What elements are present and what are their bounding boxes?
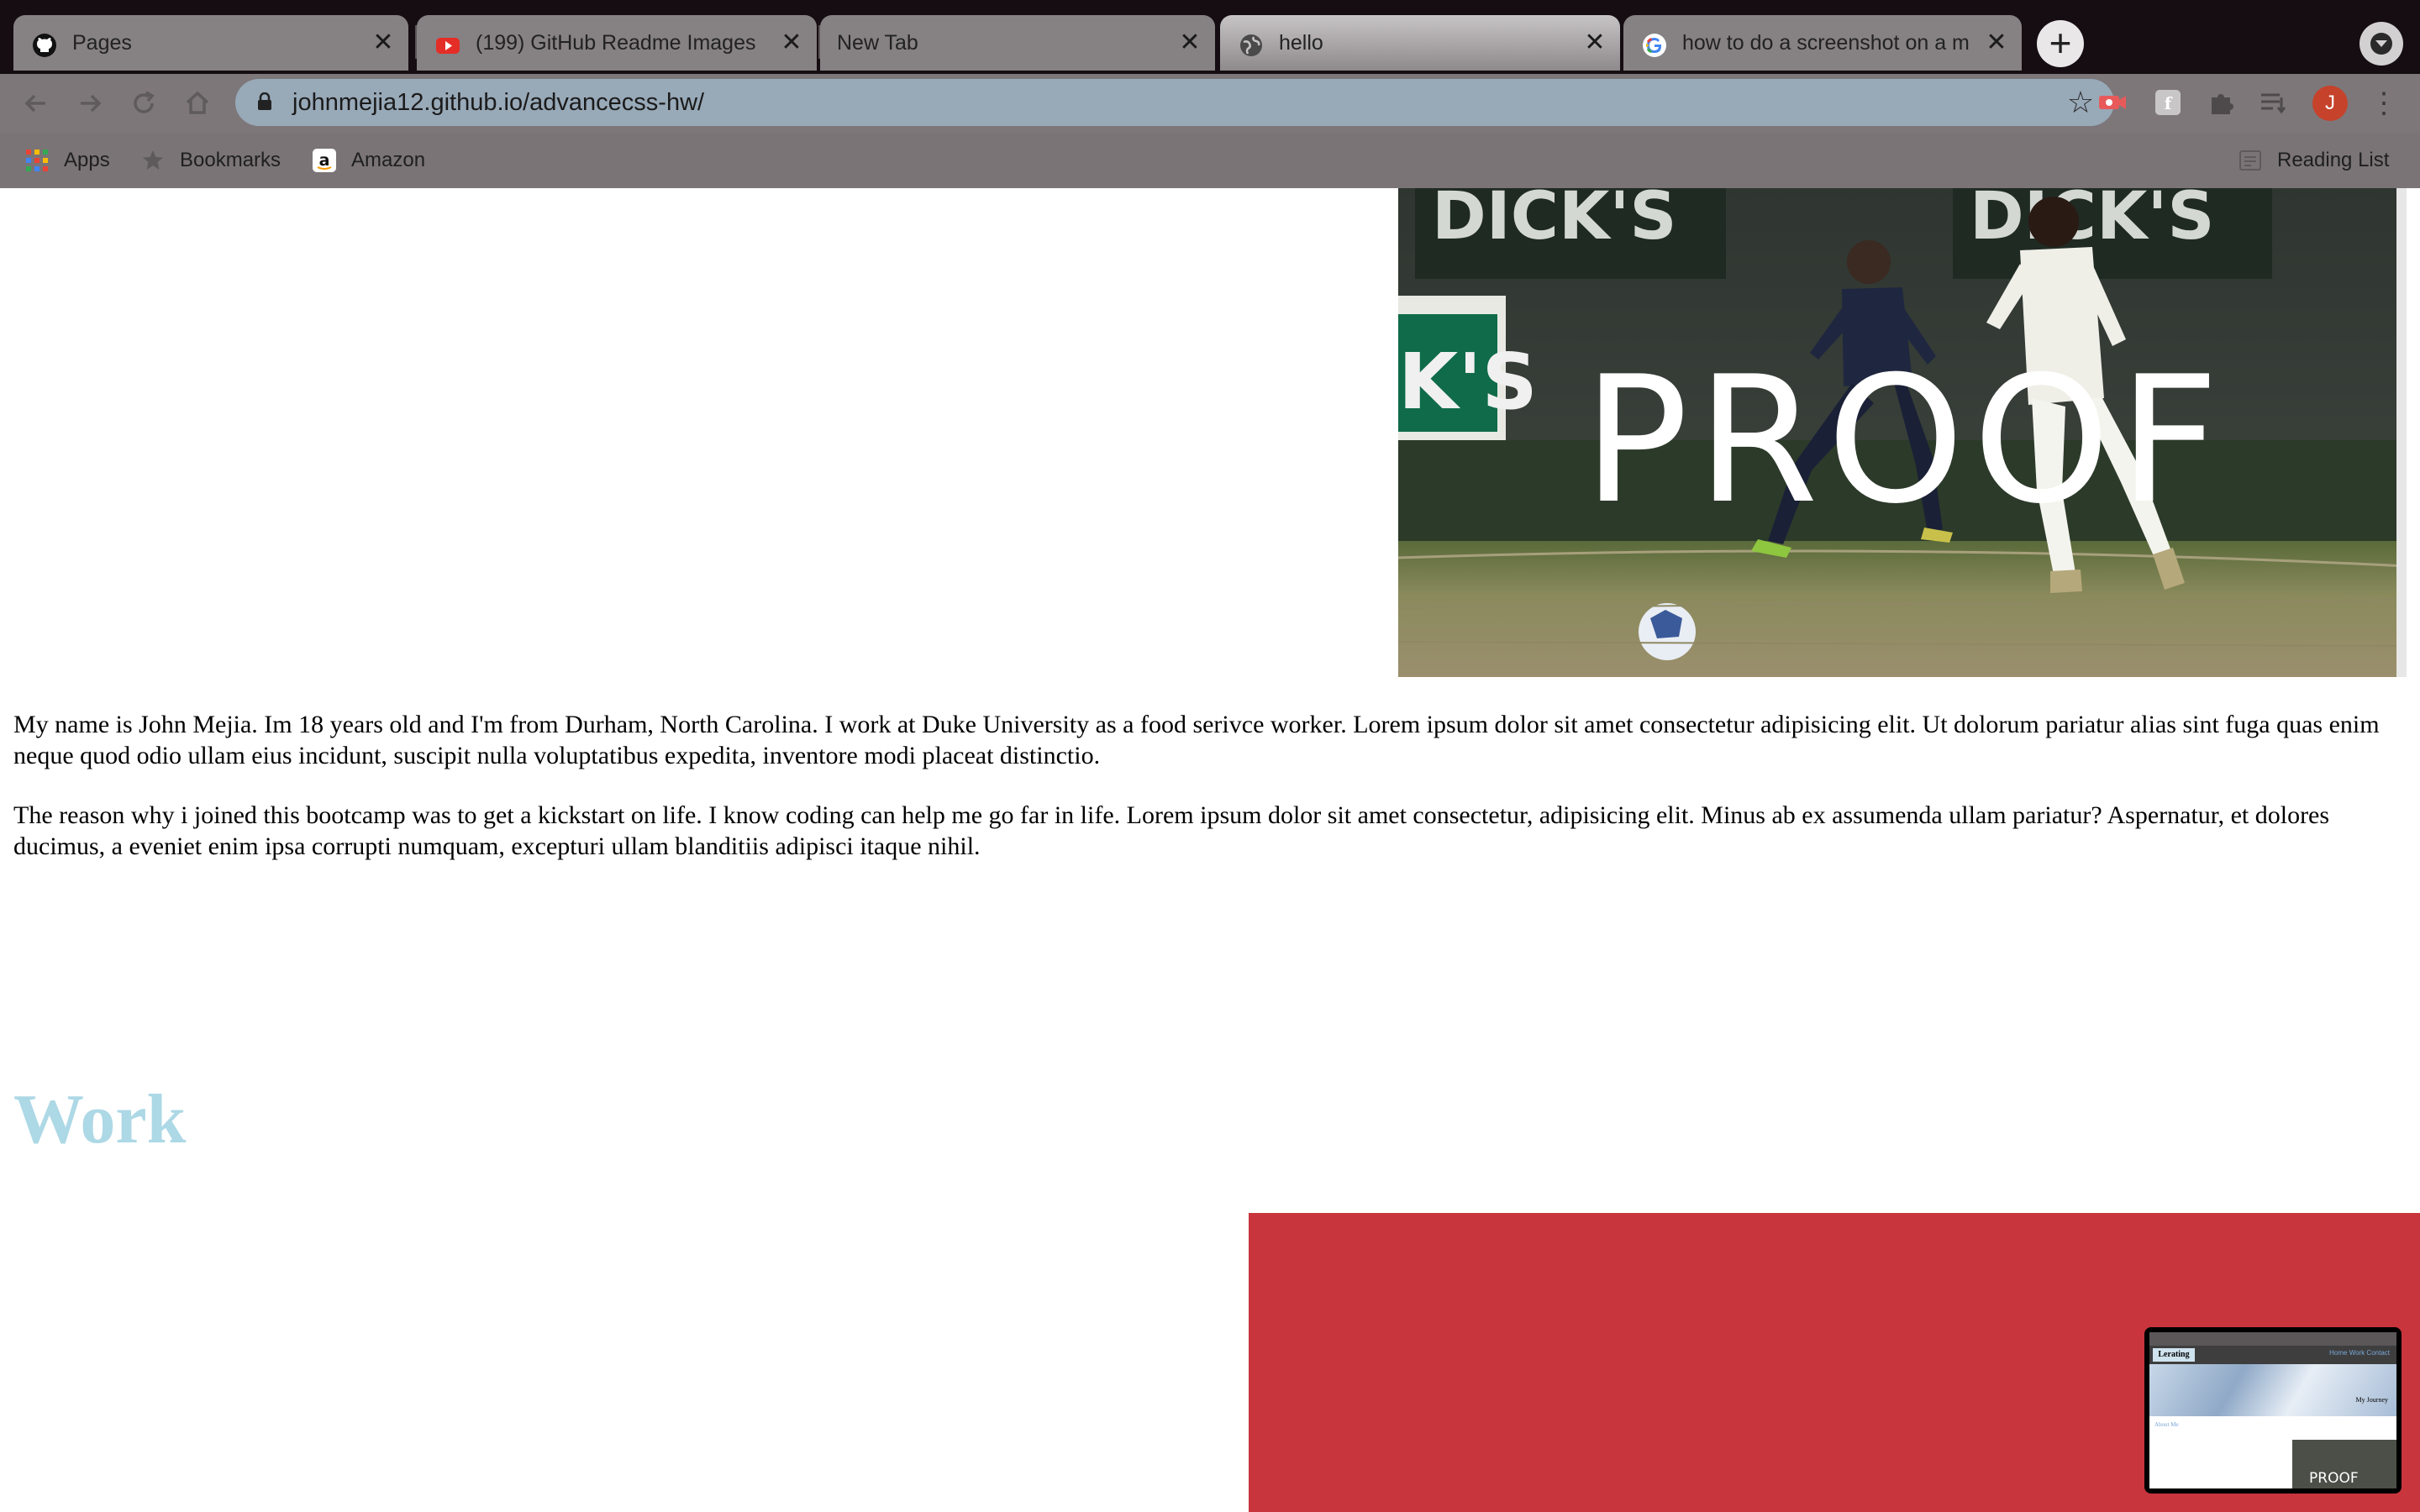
thumbnail-hero: [2149, 1364, 2396, 1416]
home-button[interactable]: [180, 86, 215, 121]
google-icon: [1643, 34, 1666, 57]
thumbnail-preview: Lerating Home Work Contact My Journey Ab…: [2149, 1332, 2396, 1488]
tab-title: hello: [1279, 31, 1323, 55]
reading-list-icon: [2239, 150, 2261, 171]
tab-title: how to do a screenshot on a m: [1682, 31, 1970, 55]
thumbnail-tagline: My Journey: [2355, 1396, 2388, 1404]
browser-menu-icon[interactable]: ⋮: [2370, 86, 2398, 121]
font-extension-icon[interactable]: f: [2151, 86, 2185, 119]
extensions-puzzle-icon[interactable]: [2205, 86, 2238, 119]
work-heading: Work: [13, 1080, 187, 1158]
about-paragraph: My name is John Mejia. Im 18 years old a…: [13, 711, 2380, 769]
arrow-left-icon: [24, 94, 45, 113]
tab-title: Pages: [72, 31, 132, 55]
address-bar[interactable]: johnmejia12.github.io/advancecss-hw/ ☆: [235, 79, 2114, 126]
close-tab-icon[interactable]: ✕: [778, 29, 805, 56]
screen-recorder-extension-icon[interactable]: [2096, 86, 2129, 119]
url-text: johnmejia12.github.io/advancecss-hw/: [292, 89, 705, 116]
new-tab-button[interactable]: +: [2037, 20, 2084, 67]
bookmark-folder-bookmarks[interactable]: Bookmarks: [141, 133, 301, 188]
profile-avatar[interactable]: J: [2312, 86, 2348, 121]
banner-text-left: DICK'S: [1432, 188, 1677, 255]
bookmark-label: Bookmarks: [180, 149, 281, 171]
tab-google-search[interactable]: how to do a screenshot on a m ✕: [1623, 15, 2022, 71]
svg-text:f: f: [2165, 93, 2173, 113]
hero-image-edge: [2396, 188, 2407, 677]
forward-button[interactable]: [72, 86, 108, 121]
back-button[interactable]: [18, 86, 54, 121]
tab-pages[interactable]: Pages ✕: [13, 15, 408, 71]
web-page: DICK'S DICK'S K'S PROOF My name is John …: [0, 188, 2420, 1512]
banner-text-right: DICK'S: [1970, 188, 2215, 255]
thumbnail-about: About Me: [2154, 1421, 2179, 1428]
youtube-icon: [436, 38, 460, 54]
bookmark-star-icon[interactable]: ☆: [2064, 86, 2097, 119]
reload-icon: [134, 91, 155, 113]
tab-youtube[interactable]: (199) GitHub Readme Images T ✕: [417, 15, 817, 71]
browser-toolbar: johnmejia12.github.io/advancecss-hw/ ☆ f…: [0, 74, 2420, 133]
tab-title: (199) GitHub Readme Images T: [476, 31, 761, 55]
close-tab-icon[interactable]: ✕: [1983, 29, 2010, 56]
thumbnail-proof-text: PROOF: [2309, 1470, 2359, 1487]
tab-search-button[interactable]: [2360, 22, 2403, 66]
reading-list-icon[interactable]: [2257, 86, 2291, 119]
amazon-icon: a: [313, 149, 336, 172]
bookmark-label: Amazon: [351, 149, 426, 171]
reload-button[interactable]: [126, 86, 161, 121]
globe-icon: [1240, 34, 1262, 56]
tab-hello[interactable]: hello ✕: [1220, 15, 1620, 71]
sign-text: K'S: [1398, 337, 1538, 427]
thumbnail-nav-links: Home Work Contact: [2329, 1349, 2390, 1357]
reading-list-label: Reading List: [2277, 149, 2390, 171]
bookmark-label: Apps: [64, 149, 110, 171]
thumbnail-browser-bar: [2149, 1332, 2396, 1346]
github-icon: [33, 34, 56, 57]
home-icon: [186, 91, 209, 114]
screenshot-thumbnail[interactable]: Lerating Home Work Contact My Journey Ab…: [2144, 1327, 2402, 1494]
apps-grid-icon: [26, 150, 48, 171]
thumbnail-brand: Lerating: [2153, 1348, 2195, 1362]
hero-caption-proof: PROOF: [1583, 339, 2228, 543]
thumbnail-proof-image: PROOF: [2292, 1440, 2396, 1488]
tab-strip: Pages ✕ (199) GitHub Readme Images T ✕ N…: [0, 0, 2420, 74]
svg-text:a: a: [319, 151, 330, 170]
bookmark-apps[interactable]: Apps: [25, 133, 126, 188]
star-icon: [143, 150, 163, 170]
lock-icon: [258, 92, 271, 110]
close-tab-icon[interactable]: ✕: [370, 29, 397, 56]
bookmark-amazon[interactable]: a Amazon: [313, 133, 455, 188]
reading-list-button[interactable]: Reading List: [2238, 133, 2415, 188]
tab-title: New Tab: [837, 31, 918, 55]
close-tab-icon[interactable]: ✕: [1581, 29, 1608, 56]
bootcamp-paragraph: The reason why i joined this bootcamp wa…: [13, 801, 2330, 860]
chevron-down-icon: [2370, 33, 2392, 55]
close-tab-icon[interactable]: ✕: [1176, 29, 1203, 56]
tab-new-tab[interactable]: New Tab ✕: [820, 15, 1215, 71]
bookmarks-bar: Apps Bookmarks a Amazon Reading List: [0, 133, 2420, 188]
arrow-right-icon: [81, 94, 102, 113]
